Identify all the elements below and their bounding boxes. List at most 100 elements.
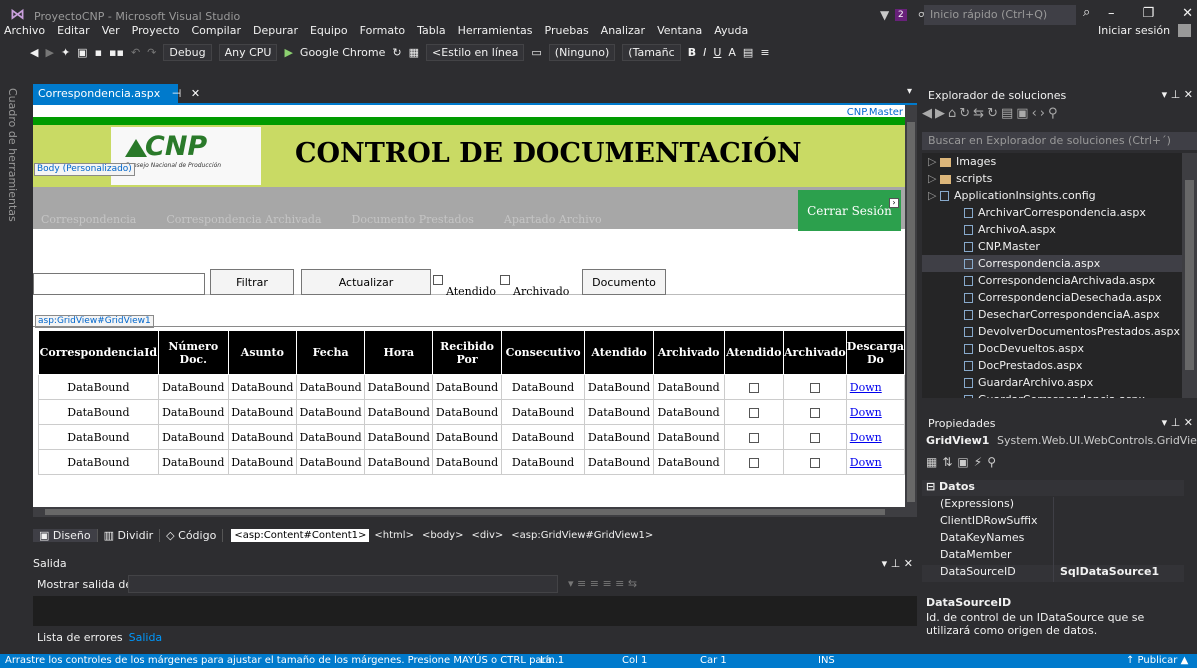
properties-pin-icon[interactable]: ▾ ⊥ ✕ <box>1162 416 1193 429</box>
col-header[interactable]: Descarga Do <box>845 330 905 375</box>
filter-button[interactable]: Filtrar <box>210 269 294 295</box>
tree-item[interactable]: DesecharCorrespondenciaA.aspx <box>922 306 1182 323</box>
tree-item[interactable]: CorrespondenciaArchivada.aspx <box>922 272 1182 289</box>
notification-badge[interactable]: 2 <box>895 9 907 21</box>
tree-item[interactable]: CorrespondenciaDesechada.aspx <box>922 289 1182 306</box>
archived-checkbox[interactable] <box>500 275 510 285</box>
property-value[interactable] <box>1054 497 1060 514</box>
col-header[interactable]: Fecha <box>295 330 366 375</box>
menu-ventana[interactable]: Ventana <box>657 22 702 40</box>
close-button[interactable]: ✕ <box>1182 6 1193 21</box>
output-body[interactable] <box>33 596 917 626</box>
row-checkbox[interactable] <box>748 457 759 468</box>
menu-analizar[interactable]: Analizar <box>601 22 645 40</box>
col-header[interactable]: Hora <box>364 330 434 375</box>
output-tools-icon[interactable]: ▾ ≡ ≡ ≡ ≡ ⇆ <box>568 577 637 590</box>
tab-correspondencia[interactable]: Correspondencia.aspx ⊣ ✕ <box>33 84 200 103</box>
toolbox-tab[interactable]: Cuadro de herramientas <box>6 88 19 222</box>
row-checkbox[interactable] <box>809 432 820 443</box>
menu-herramientas[interactable]: Herramientas <box>458 22 533 40</box>
properties-icon[interactable]: ⚲ <box>1048 106 1061 121</box>
underline-button[interactable]: U <box>713 46 721 59</box>
tree-item[interactable]: Correspondencia.aspx <box>922 255 1182 272</box>
browser-select[interactable]: Google Chrome <box>300 46 385 59</box>
menu-equipo[interactable]: Equipo <box>310 22 348 40</box>
tree-item[interactable]: CNP.Master <box>922 238 1182 255</box>
menu-formato[interactable]: Formato <box>360 22 406 40</box>
row-checkbox[interactable] <box>748 382 759 393</box>
property-row[interactable]: (Expressions) <box>922 497 1184 514</box>
sync-icon[interactable]: ↻ <box>959 106 973 121</box>
col-header[interactable]: Atendido <box>584 330 654 375</box>
menu-proyecto[interactable]: Proyecto <box>132 22 180 40</box>
property-row[interactable]: DataSourceID SqlDataSource1 <box>922 565 1184 582</box>
download-link[interactable]: Down <box>845 374 905 400</box>
col-header[interactable]: CorrespondenciaId <box>38 330 159 375</box>
tree-item[interactable]: DocDevueltos.aspx <box>922 340 1182 357</box>
forward-icon[interactable]: ▶ <box>45 46 53 59</box>
crumb-div[interactable]: <div> <box>468 529 506 542</box>
pending-icon[interactable]: ⇆ <box>973 106 987 121</box>
col-header[interactable]: Asunto <box>227 330 297 375</box>
user-avatar-icon[interactable] <box>1178 24 1191 37</box>
events-icon[interactable]: ⚡ <box>974 455 987 469</box>
nav-documento-prestados[interactable]: Documento Prestados <box>352 213 474 226</box>
font-color-icon[interactable]: A <box>728 46 736 59</box>
new-project-icon[interactable]: ✦ <box>61 46 70 59</box>
designer-vertical-thumb[interactable] <box>907 122 915 502</box>
code-view-button[interactable]: ◇ Código <box>160 528 224 542</box>
close-tab-icon[interactable]: ✕ <box>191 87 200 100</box>
nav-correspondencia-archivada[interactable]: Correspondencia Archivada <box>166 213 321 226</box>
split-view-button[interactable]: ▥ Dividir <box>98 528 161 542</box>
alphabetical-icon[interactable]: ⇅ <box>942 455 957 469</box>
expand-arrow-icon[interactable]: ▷ <box>928 153 940 170</box>
publish-button[interactable]: ↑ Publicar ▲ <box>1126 654 1188 668</box>
row-checkbox[interactable] <box>748 407 759 418</box>
download-link[interactable]: Down <box>845 449 905 475</box>
open-folder-icon[interactable]: ▣ <box>77 46 87 59</box>
refresh-icon[interactable]: ↻ <box>987 106 1001 121</box>
font-select[interactable]: (Ninguno) <box>548 43 616 61</box>
collapse-icon[interactable]: ▤ <box>1001 106 1016 121</box>
output-pin-icon[interactable]: ▾ ⊥ ✕ <box>882 557 913 570</box>
block-format-icon[interactable]: ▭ <box>531 46 541 59</box>
attended-checkbox[interactable] <box>433 275 443 285</box>
minimize-button[interactable]: – <box>1108 6 1115 21</box>
tree-item[interactable]: ArchivoA.aspx <box>922 221 1182 238</box>
style-select[interactable]: <Estilo en línea <box>425 43 525 61</box>
properties-object-select[interactable]: GridView1 System.Web.UI.WebControls.Grid… <box>926 434 1197 450</box>
run-icon[interactable]: ▶ <box>284 46 292 59</box>
col-header[interactable]: Recibido Por <box>432 330 502 375</box>
property-row[interactable]: DataMember <box>922 548 1184 565</box>
redo-icon[interactable]: ↷ <box>147 46 156 59</box>
nav-correspondencia[interactable]: Correspondencia <box>41 213 136 226</box>
tree-item[interactable]: DevolverDocumentosPrestados.aspx <box>922 323 1182 340</box>
refresh-icon[interactable]: ↻ <box>392 46 401 59</box>
property-row[interactable]: DataKeyNames <box>922 531 1184 548</box>
forward-icon[interactable]: ▶ <box>935 106 948 121</box>
smart-tag-icon[interactable]: › <box>889 198 899 208</box>
menu-tabla[interactable]: Tabla <box>417 22 445 40</box>
back-icon[interactable]: ◀ <box>922 106 935 121</box>
nav-apartado-archivo[interactable]: Apartado Archivo <box>504 213 602 226</box>
back-icon[interactable]: ◀ <box>30 46 38 59</box>
tree-item[interactable]: ▷ ApplicationInsights.config <box>922 187 1182 204</box>
align-icon[interactable]: ≡ <box>760 46 769 59</box>
italic-button[interactable]: I <box>703 46 706 59</box>
property-value[interactable] <box>1054 514 1060 531</box>
notification-flag-icon[interactable]: ▼ <box>880 8 889 22</box>
download-link[interactable]: Down <box>845 399 905 425</box>
row-checkbox[interactable] <box>809 382 820 393</box>
tree-item[interactable]: ArchivarCorrespondencia.aspx <box>922 204 1182 221</box>
menu-ver[interactable]: Ver <box>102 22 120 40</box>
row-checkbox[interactable] <box>809 407 820 418</box>
row-checkbox[interactable] <box>748 432 759 443</box>
crumb-content1[interactable]: <asp:Content#Content1> <box>231 528 370 542</box>
categorized-icon[interactable]: ▦ <box>926 455 942 469</box>
configuration-select[interactable]: Debug <box>163 43 212 61</box>
tree-item[interactable]: ▷ Images <box>922 153 1182 170</box>
document-button[interactable]: Documento <box>582 269 666 295</box>
highlight-icon[interactable]: ▤ <box>743 46 753 59</box>
menu-archivo[interactable]: Archivo <box>4 22 45 40</box>
download-link[interactable]: Down <box>845 424 905 450</box>
